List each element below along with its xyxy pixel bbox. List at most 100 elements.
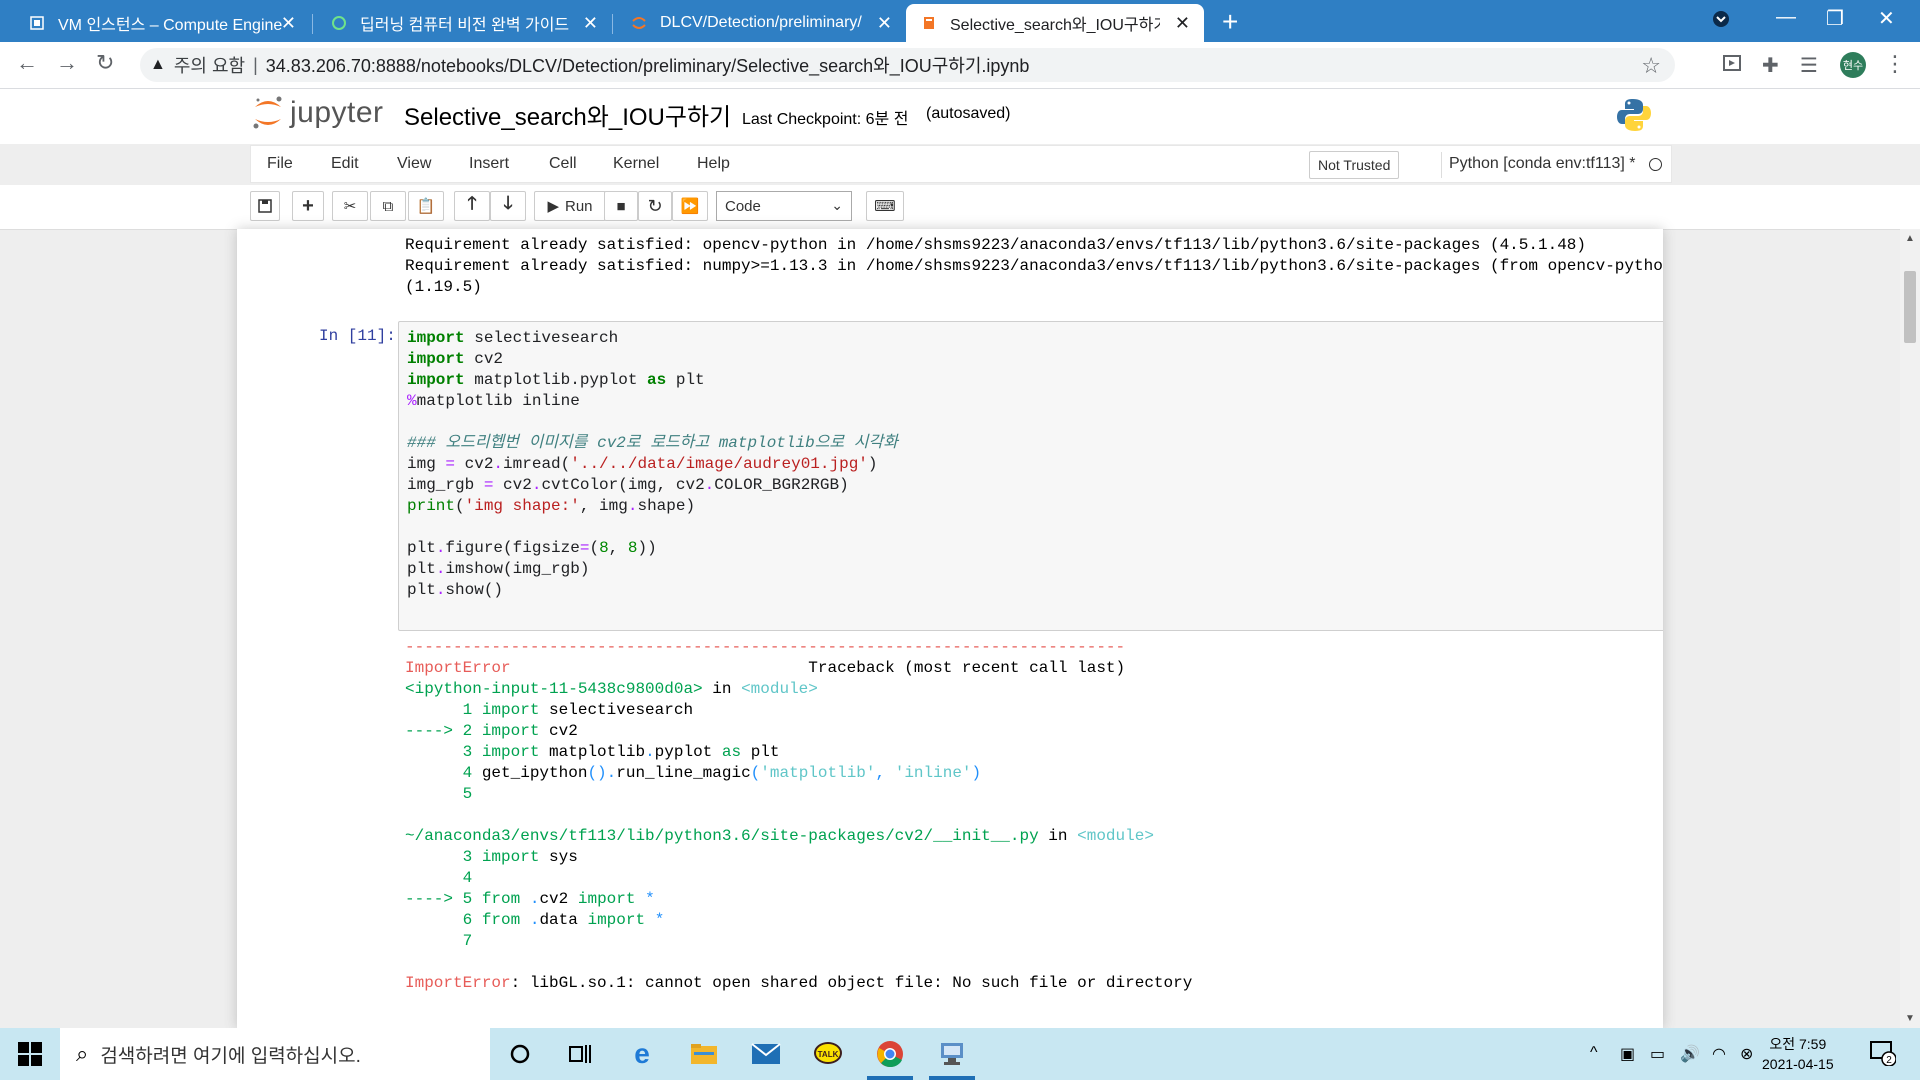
wifi-icon[interactable]: ◠ — [1712, 1044, 1726, 1064]
restore-icon[interactable]: ❐ — [1826, 6, 1844, 31]
reading-list-icon[interactable]: ☰ — [1800, 53, 1818, 78]
jupyter-icon — [630, 14, 648, 32]
window-close-icon[interactable]: ✕ — [1878, 6, 1895, 31]
fast-forward-icon: ⏩ — [680, 198, 700, 215]
run-button[interactable]: ▶ Run — [534, 191, 606, 221]
previous-cell-output: Requirement already satisfied: opencv-py… — [405, 236, 1663, 296]
warning-triangle-icon[interactable]: ▲ — [150, 56, 166, 74]
chevron-down-icon: ⌄ — [831, 197, 843, 213]
browser-menu-icon[interactable]: ⋮ — [1884, 51, 1906, 77]
insert-cell-button[interactable]: + — [292, 191, 324, 221]
jupyter-logo[interactable]: jupyter — [252, 95, 384, 131]
minimize-icon[interactable]: — — [1776, 6, 1796, 29]
restart-icon: ↻ — [647, 195, 663, 216]
close-icon[interactable]: ✕ — [877, 13, 892, 34]
cut-button[interactable]: ✂ — [332, 191, 368, 221]
trust-badge[interactable]: Not Trusted — [1309, 151, 1400, 179]
security-warning-text[interactable]: 주의 요함 — [174, 52, 245, 78]
close-icon[interactable]: ✕ — [1175, 13, 1190, 34]
browser-toolbar: ← → ↻ ▲ 주의 요함 | 34.83.206.70:8888/notebo… — [0, 42, 1920, 89]
notebook-container[interactable]: Requirement already satisfied: opencv-py… — [237, 229, 1663, 1028]
close-icon[interactable]: ✕ — [281, 13, 296, 34]
browser-tab-notebook-active[interactable]: Selective_search와_IOU구하기 - ✕ — [906, 4, 1204, 42]
compute-engine-icon — [28, 14, 46, 32]
volume-icon[interactable]: 🔊 — [1680, 1044, 1700, 1064]
menu-edit[interactable]: Edit — [331, 155, 359, 173]
cast-icon[interactable] — [1722, 53, 1742, 79]
code-content[interactable]: import selectivesearch import cv2 import… — [407, 328, 898, 601]
back-arrow-icon[interactable]: ← — [16, 50, 38, 76]
paste-icon: 📋 — [416, 198, 436, 215]
notification-center-icon[interactable]: 2 — [1870, 1040, 1897, 1071]
move-up-button[interactable]: 🡑 — [454, 191, 490, 221]
browser-tab-jupyter-tree[interactable]: DLCV/Detection/preliminary/ ✕ — [616, 4, 906, 42]
cell-type-select[interactable]: Code ⌄ — [716, 191, 852, 221]
new-tab-button[interactable]: + — [1222, 6, 1238, 38]
move-down-button[interactable]: 🡓 — [490, 191, 526, 221]
python-logo-icon — [1616, 97, 1652, 138]
menu-insert[interactable]: Insert — [469, 155, 509, 173]
extensions-puzzle-icon[interactable]: ✚ — [1762, 53, 1779, 78]
notebook-icon — [920, 14, 938, 32]
menu-cell[interactable]: Cell — [549, 155, 577, 173]
address-bar[interactable]: ▲ 주의 요함 | 34.83.206.70:8888/notebooks/DL… — [140, 48, 1675, 82]
page-scrollbar[interactable]: ▲ ▼ — [1900, 229, 1920, 1028]
menu-view[interactable]: View — [397, 155, 431, 173]
browser-tab-compute-engine[interactable]: VM 인스턴스 – Compute Engine ✕ — [14, 4, 310, 42]
file-explorer-icon[interactable] — [688, 1038, 720, 1070]
forward-arrow-icon[interactable]: → — [56, 50, 78, 76]
task-view-icon[interactable] — [564, 1038, 596, 1070]
windows-taskbar: ⌕ 검색하려면 여기에 입력하십시오. e TALK ^ ▣ ▭ 🔊 ◠ ⊗ 오… — [0, 1028, 1920, 1080]
arrow-down-icon: 🡓 — [503, 193, 513, 213]
ime-status-icon[interactable]: ⊗ — [1740, 1044, 1753, 1064]
edge-browser-icon[interactable]: e — [626, 1038, 658, 1070]
browser-tab-strip: VM 인스턴스 – Compute Engine ✕ 딥러닝 컴퓨터 비전 완벽… — [0, 0, 1920, 42]
jupyter-logo-text: jupyter — [290, 96, 384, 129]
input-prompt: In [11]: — [319, 327, 396, 345]
tab-separator — [312, 14, 313, 34]
command-palette-button[interactable]: ⌨ — [866, 191, 904, 221]
menu-kernel[interactable]: Kernel — [613, 155, 659, 173]
scrollbar-thumb[interactable] — [1904, 271, 1916, 343]
notebook-title[interactable]: Selective_search와_IOU구하기 — [404, 97, 731, 132]
error-traceback-output: ----------------------------------------… — [405, 638, 1193, 992]
interrupt-button[interactable]: ■ — [604, 191, 638, 221]
profile-avatar[interactable]: 현수 — [1840, 52, 1866, 78]
kakaotalk-icon[interactable]: TALK — [812, 1038, 844, 1070]
bookmark-star-icon[interactable]: ☆ — [1641, 53, 1661, 79]
cortana-icon[interactable] — [504, 1038, 536, 1070]
kernel-idle-indicator-icon — [1649, 158, 1662, 171]
menu-file[interactable]: File — [267, 155, 293, 173]
chrome-icon[interactable] — [874, 1038, 906, 1070]
code-cell-editor[interactable]: import selectivesearch import cv2 import… — [398, 321, 1663, 631]
close-icon[interactable]: ✕ — [583, 13, 598, 34]
taskbar-search-input[interactable]: ⌕ 검색하려면 여기에 입력하십시오. — [60, 1028, 490, 1080]
browser-tab-course[interactable]: 딥러닝 컴퓨터 비전 완벽 가이드 ✕ — [316, 4, 612, 42]
tab-search-icon[interactable] — [1712, 10, 1730, 34]
save-icon — [258, 199, 272, 213]
notification-count: 2 — [1886, 1055, 1892, 1066]
jupyter-logo-icon — [252, 95, 284, 131]
save-button[interactable] — [250, 191, 280, 221]
tab-separator — [612, 14, 613, 34]
windows-start-icon[interactable] — [18, 1042, 42, 1066]
url-text[interactable]: 34.83.206.70:8888/notebooks/DLCV/Detecti… — [266, 52, 1030, 78]
remote-desktop-active-indicator — [929, 1076, 975, 1080]
show-hidden-icons-chevron-icon[interactable]: ^ — [1590, 1044, 1598, 1062]
system-clock[interactable]: 오전 7:59 2021-04-15 — [1762, 1034, 1834, 1074]
paste-button[interactable]: 📋 — [408, 191, 444, 221]
menu-help[interactable]: Help — [697, 155, 730, 173]
copy-button[interactable]: ⧉ — [370, 191, 406, 221]
last-checkpoint[interactable]: Last Checkpoint: 6분 전 — [742, 105, 908, 129]
mail-icon[interactable] — [750, 1038, 782, 1070]
reload-icon[interactable]: ↻ — [96, 50, 114, 76]
restart-run-all-button[interactable]: ⏩ — [672, 191, 708, 221]
battery-icon[interactable]: ▭ — [1650, 1044, 1665, 1064]
autosave-status: (autosaved) — [926, 105, 1011, 122]
scroll-up-arrow-icon[interactable]: ▲ — [1905, 233, 1915, 244]
scroll-down-arrow-icon[interactable]: ▼ — [1905, 1013, 1915, 1024]
kernel-name[interactable]: Python [conda env:tf113] * — [1449, 155, 1636, 173]
remote-desktop-icon[interactable] — [936, 1038, 968, 1070]
meet-now-icon[interactable]: ▣ — [1620, 1044, 1635, 1064]
restart-kernel-button[interactable]: ↻ — [638, 191, 672, 221]
